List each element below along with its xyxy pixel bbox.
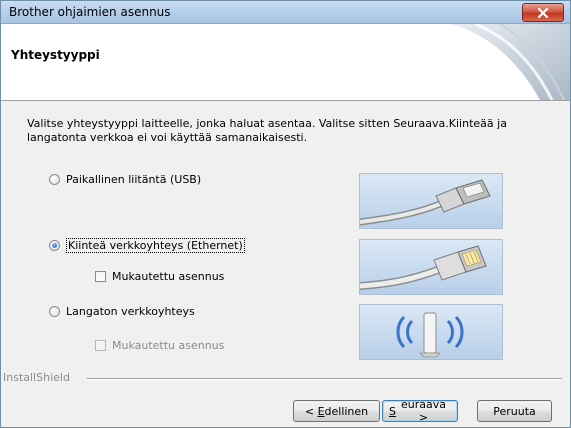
installshield-divider: InstallShield — [1, 371, 570, 385]
back-button-accesskey: E — [317, 404, 325, 418]
radio-wireless[interactable]: Langaton verkkoyhteys — [49, 305, 195, 318]
back-button-label: dellinen — [324, 404, 369, 418]
installer-window: Brother ohjaimien asennus Yhteystyyppi V… — [0, 0, 571, 428]
usb-cable-icon — [360, 179, 491, 226]
close-button[interactable] — [522, 3, 564, 22]
radio-usb-label: Paikallinen liitäntä (USB) — [66, 173, 202, 186]
checkbox-wired-custom-label: Mukautettu asennus — [112, 270, 225, 283]
radio-ethernet-indicator[interactable] — [49, 240, 60, 251]
next-button-accesskey: S — [389, 404, 396, 418]
radio-wireless-label: Langaton verkkoyhteys — [66, 305, 195, 318]
radio-ethernet[interactable]: Kiinteä verkkoyhteys (Ethernet) — [49, 238, 245, 253]
usb-image-panel — [359, 173, 503, 229]
page-heading: Yhteystyyppi — [11, 48, 100, 62]
checkbox-wired-custom-box[interactable] — [95, 271, 106, 282]
checkbox-wired-custom-install[interactable]: Mukautettu asennus — [95, 270, 224, 283]
back-button[interactable]: < Edellinen — [293, 400, 380, 422]
header-decoration — [450, 24, 570, 100]
radio-ethernet-label: Kiinteä verkkoyhteys (Ethernet) — [66, 238, 245, 253]
radio-usb[interactable]: Paikallinen liitäntä (USB) — [49, 173, 201, 186]
back-button-prefix: < — [304, 404, 318, 418]
close-icon — [537, 7, 549, 18]
radio-usb-indicator[interactable] — [49, 174, 60, 185]
checkbox-wireless-custom-box — [95, 340, 106, 351]
ethernet-cable-icon — [360, 245, 487, 290]
window-title: Brother ohjaimien asennus — [9, 5, 171, 19]
ethernet-image-panel — [359, 239, 503, 295]
checkbox-wireless-custom-install: Mukautettu asennus — [95, 339, 224, 352]
next-button[interactable]: Seuraava > — [382, 398, 458, 424]
wireless-router-icon — [396, 312, 464, 358]
instruction-text: Valitse yhteystyyppi laitteelle, jonka h… — [27, 117, 507, 144]
installshield-label: InstallShield — [3, 371, 74, 384]
cancel-button[interactable]: Peruuta — [477, 400, 552, 422]
next-button-label: euraava > — [400, 398, 446, 424]
title-bar[interactable]: Brother ohjaimien asennus — [1, 1, 570, 24]
checkbox-wireless-custom-label: Mukautettu asennus — [112, 339, 225, 352]
wireless-image-panel — [359, 304, 503, 360]
radio-wireless-indicator[interactable] — [49, 306, 60, 317]
header-panel: Yhteystyyppi — [1, 24, 570, 101]
divider-line — [87, 378, 562, 380]
